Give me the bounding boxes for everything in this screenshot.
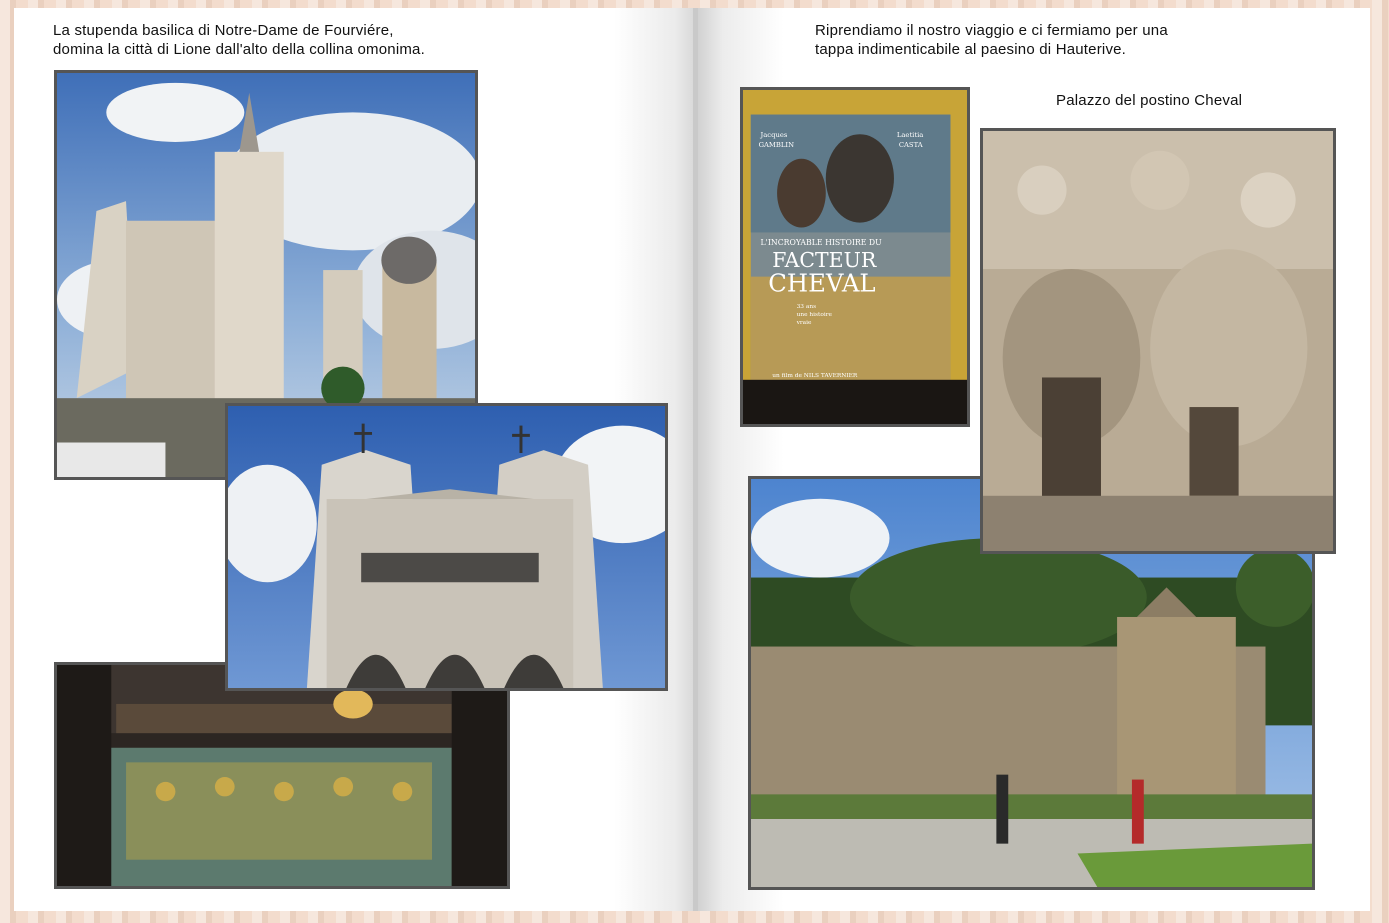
- poster-actor-right-last: CASTA: [899, 141, 923, 149]
- left-caption: La stupenda basilica di Notre-Dame de Fo…: [53, 21, 493, 59]
- right-caption-line1: Riprendiamo il nostro viaggio e ci fermi…: [815, 22, 1168, 39]
- book-spine: [693, 8, 698, 911]
- right-caption-line2: tappa indimenticabile al paesino di Haut…: [815, 41, 1127, 58]
- poster-title-small: L'INCROYABLE HISTOIRE DU: [761, 238, 883, 247]
- poster-tagline-3: vraie: [796, 320, 812, 326]
- palais-ideal-detail-photo[interactable]: [980, 128, 1336, 554]
- basilica-facade-photo[interactable]: [225, 403, 668, 691]
- poster-actor-left-last: GAMBLIN: [759, 141, 794, 149]
- palazzo-label: Palazzo del postino Cheval: [1056, 92, 1243, 109]
- right-caption: Riprendiamo il nostro viaggio e ci fermi…: [815, 21, 1235, 59]
- poster-credit: un film de NILS TAVERNIER: [772, 373, 858, 379]
- basilica-interior-photo[interactable]: [54, 662, 510, 889]
- poster-title-line2: CHEVAL: [768, 268, 875, 297]
- poster-actor-left-first: Jacques: [760, 131, 788, 139]
- poster-tagline-2: une histoire: [797, 312, 833, 318]
- poster-tagline-1: 33 ans: [797, 304, 817, 310]
- poster-actor-right-first: Laetitia: [897, 131, 923, 139]
- movie-poster-photo[interactable]: Jacques GAMBLIN Laetitia CASTA L'INCROYA…: [740, 87, 970, 427]
- left-caption-line2: domina la città di Lione dall'alto della…: [53, 41, 425, 58]
- left-caption-line1: La stupenda basilica di Notre-Dame de Fo…: [53, 22, 394, 39]
